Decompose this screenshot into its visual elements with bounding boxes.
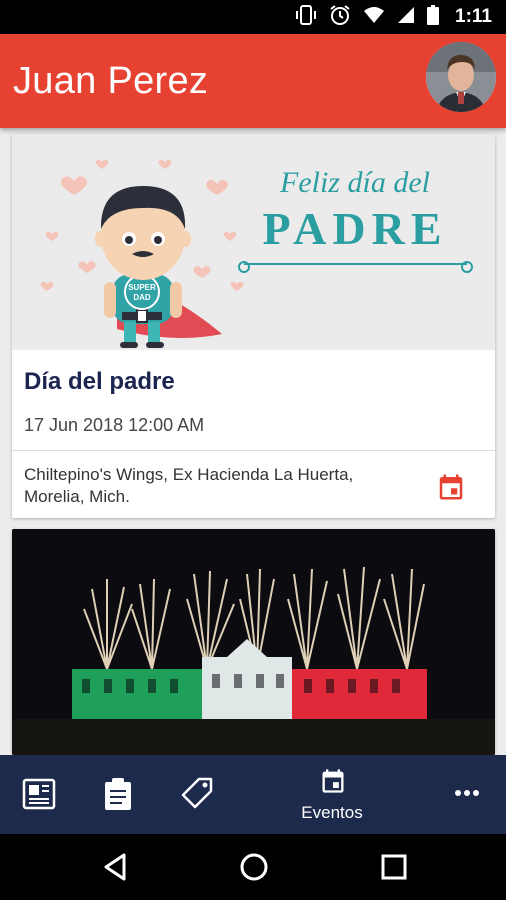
- nav-clipboard[interactable]: [85, 755, 155, 834]
- event-date: 17 Jun 2018 12:00 AM: [24, 415, 205, 435]
- more-icon: [455, 790, 479, 796]
- app-bar: Juan Perez: [0, 34, 506, 128]
- calendar-icon: [439, 474, 463, 500]
- badge-text-top: SUPER: [128, 283, 156, 292]
- nav-promotions[interactable]: [165, 755, 235, 834]
- nav-more[interactable]: [430, 755, 506, 834]
- page-title: Juan Perez: [13, 60, 209, 102]
- recents-icon: [381, 854, 407, 880]
- nav-events[interactable]: Eventos: [282, 755, 382, 834]
- event-banner-image: [12, 529, 495, 755]
- recents-button[interactable]: [374, 847, 414, 887]
- wifi-icon: [363, 6, 385, 29]
- battery-icon: [427, 4, 440, 30]
- avatar[interactable]: [426, 42, 496, 112]
- calendar-icon: [322, 769, 344, 793]
- nav-events-label: Eventos: [301, 803, 363, 822]
- clipboard-icon: [105, 778, 131, 810]
- add-to-calendar-button[interactable]: [436, 472, 466, 502]
- nav-news[interactable]: [0, 755, 80, 834]
- event-card[interactable]: SUPER DAD Feliz día del PADRE Día del pa…: [12, 134, 495, 518]
- vibrate-icon: [295, 4, 317, 30]
- signal-icon: [397, 6, 415, 29]
- tag-icon: [181, 777, 213, 809]
- event-list[interactable]: SUPER DAD Feliz día del PADRE Día del pa…: [0, 128, 506, 755]
- back-button[interactable]: [96, 847, 136, 887]
- event-title: Día del padre: [24, 368, 175, 395]
- banner-script-text: Feliz día del: [279, 166, 430, 199]
- newspaper-icon: [22, 778, 56, 810]
- alarm-icon: [329, 4, 351, 31]
- home-button[interactable]: [234, 847, 274, 887]
- status-bar: 1:11: [0, 0, 506, 34]
- home-icon: [240, 853, 268, 881]
- event-location: Chiltepino's Wings, Ex Hacienda La Huert…: [24, 465, 354, 506]
- event-card[interactable]: [12, 529, 495, 755]
- back-icon: [104, 853, 126, 881]
- event-banner: SUPER DAD Feliz día del PADRE: [12, 134, 495, 350]
- status-time: 1:11: [455, 6, 492, 27]
- bottom-navigation: Eventos: [0, 755, 506, 834]
- card-divider: [12, 450, 495, 451]
- banner-main-text: PADRE: [262, 203, 447, 254]
- system-navigation-bar: [0, 834, 506, 900]
- badge-text-bottom: DAD: [133, 293, 151, 302]
